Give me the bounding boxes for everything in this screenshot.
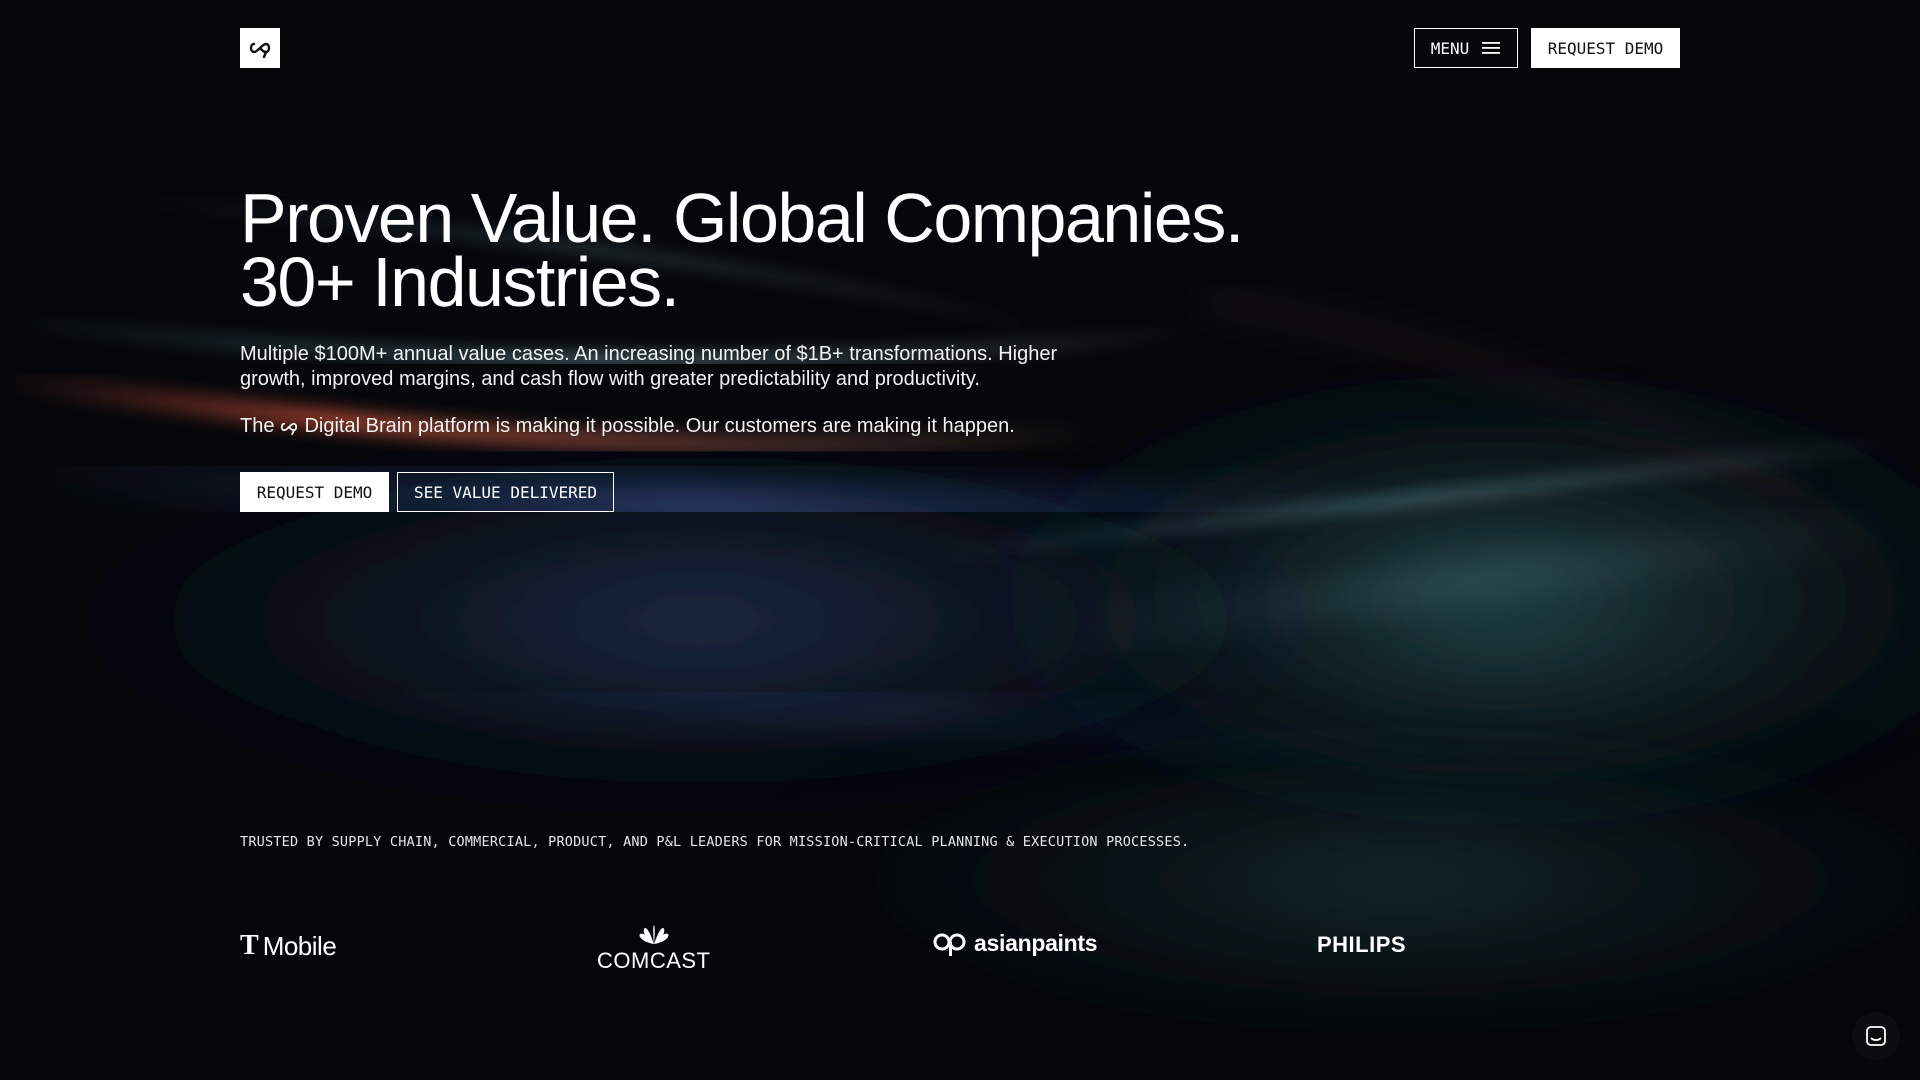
brand-logo[interactable]: [240, 28, 280, 68]
customer-logo-tmobile: T Mobile: [240, 928, 337, 964]
customer-logo-comcast: COMCAST: [597, 924, 711, 974]
platform-suffix: Digital Brain platform is making it poss…: [304, 415, 1015, 437]
hero-title-line-2: 30+ Industries.: [240, 243, 680, 321]
asianpaints-mark-icon: [933, 933, 966, 956]
philips-wordmark: PHILIPS: [1317, 932, 1407, 957]
brand-infinity-icon: [249, 42, 271, 58]
hero-cta-row: REQUEST DEMO SEE VALUE DELIVERED: [240, 472, 614, 512]
tmobile-t-mark: T: [240, 930, 259, 961]
comcast-wordmark: COMCAST: [597, 948, 711, 973]
platform-prefix: The: [240, 415, 275, 437]
asianpaints-wordmark: asianpaints: [974, 929, 1098, 956]
customer-logo-philips: PHILIPS: [1317, 932, 1406, 958]
hero-title-line-1: Proven Value. Global Companies.: [240, 179, 1244, 257]
peacock-icon: [639, 925, 669, 944]
chat-launcher-button[interactable]: [1852, 1012, 1900, 1060]
menu-button[interactable]: MENU: [1414, 28, 1518, 68]
hero-title: Proven Value. Global Companies. 30+ Indu…: [240, 179, 1340, 321]
header-request-demo-button[interactable]: REQUEST DEMO: [1531, 28, 1680, 68]
trusted-by-statement: TRUSTED BY SUPPLY CHAIN, COMMERCIAL, PRO…: [240, 834, 1190, 850]
hero-subtitle: Multiple $100M+ annual value cases. An i…: [240, 343, 1058, 390]
hero-request-demo-button[interactable]: REQUEST DEMO: [240, 472, 389, 512]
menu-button-label: MENU: [1430, 38, 1470, 58]
brand-infinity-icon: [281, 422, 298, 435]
tmobile-wordmark: Mobile: [262, 930, 337, 961]
see-value-delivered-button[interactable]: SEE VALUE DELIVERED: [397, 472, 614, 512]
chat-icon: [1866, 1026, 1886, 1046]
see-value-delivered-label: SEE VALUE DELIVERED: [413, 482, 598, 502]
header-request-demo-label: REQUEST DEMO: [1547, 38, 1664, 58]
hamburger-icon: [1482, 42, 1501, 54]
hero-platform-statement: The Digital Brain platform is making it …: [240, 414, 1140, 439]
hero-request-demo-label: REQUEST DEMO: [256, 482, 373, 502]
customer-logo-asianpaints: asianpaints: [932, 928, 1098, 958]
